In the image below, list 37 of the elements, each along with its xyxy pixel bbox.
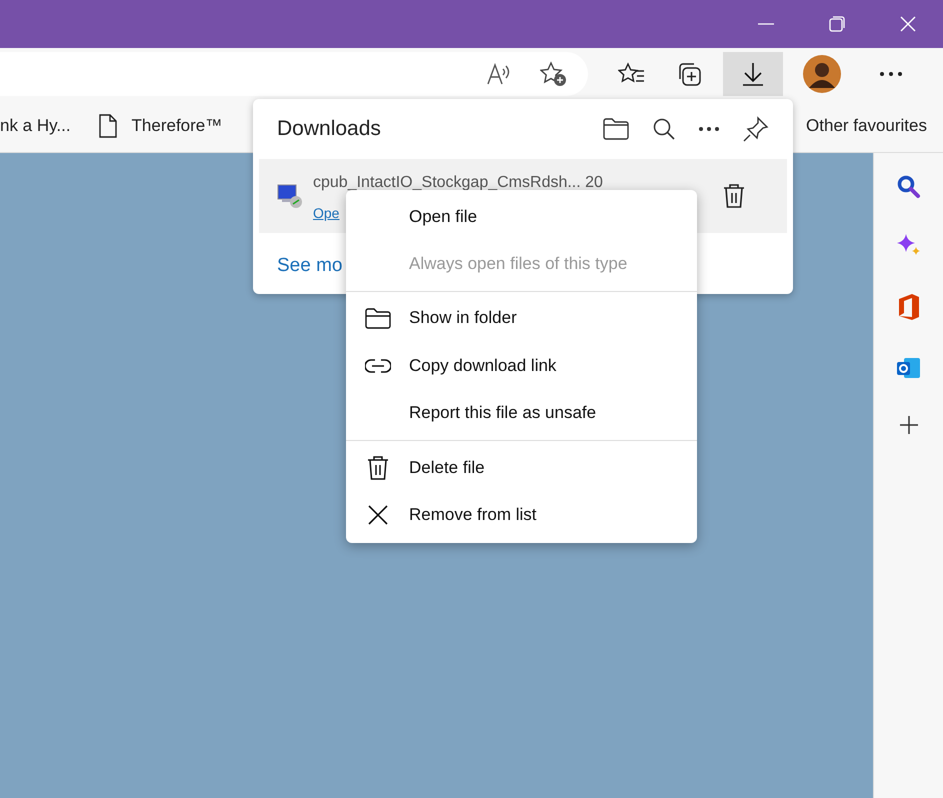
folder-icon xyxy=(364,308,390,329)
add-icon[interactable] xyxy=(898,415,918,435)
search-icon[interactable] xyxy=(896,175,920,199)
download-icon xyxy=(742,62,764,86)
see-more-link[interactable]: See mo xyxy=(277,255,342,277)
menu-item[interactable]: Report this file as unsafe xyxy=(346,390,697,437)
menu-item[interactable]: Show in folder xyxy=(346,294,697,342)
menu-item[interactable]: Copy download link xyxy=(346,342,697,390)
restore-icon[interactable] xyxy=(829,16,845,32)
menu-item[interactable]: Delete file xyxy=(346,444,697,492)
favorite-link[interactable]: nk a Hy... xyxy=(0,116,71,136)
office-icon[interactable] xyxy=(896,293,920,321)
read-aloud-icon[interactable] xyxy=(486,63,512,85)
page-icon xyxy=(98,114,117,138)
more-icon[interactable] xyxy=(880,72,902,76)
other-favorites-link[interactable]: Other favourites xyxy=(806,116,927,136)
link-icon xyxy=(364,358,390,373)
favorite-link[interactable]: Therefore™ xyxy=(132,116,222,136)
more-icon[interactable] xyxy=(699,127,719,131)
panel-title: Downloads xyxy=(277,117,381,141)
computer-icon xyxy=(277,183,303,209)
minimize-icon[interactable] xyxy=(758,23,774,25)
mail-icon[interactable] xyxy=(896,355,922,381)
folder-icon[interactable] xyxy=(603,118,629,140)
menu-item[interactable]: Open file xyxy=(346,193,697,240)
close-icon[interactable] xyxy=(900,16,916,32)
open-file-link[interactable]: Ope xyxy=(313,204,340,220)
trash-icon xyxy=(366,455,388,480)
downloads-button[interactable] xyxy=(723,52,783,96)
file-name: cpub_IntactIO_Stockgap_CmsRdsh... 20 xyxy=(313,174,604,190)
pin-icon[interactable] xyxy=(743,116,769,142)
trash-icon[interactable] xyxy=(723,183,745,209)
menu-item[interactable]: Remove from list xyxy=(346,491,697,539)
close-icon xyxy=(368,505,388,526)
avatar[interactable] xyxy=(803,55,841,93)
search-icon[interactable] xyxy=(653,118,675,140)
add-favorite-icon[interactable] xyxy=(540,61,568,87)
